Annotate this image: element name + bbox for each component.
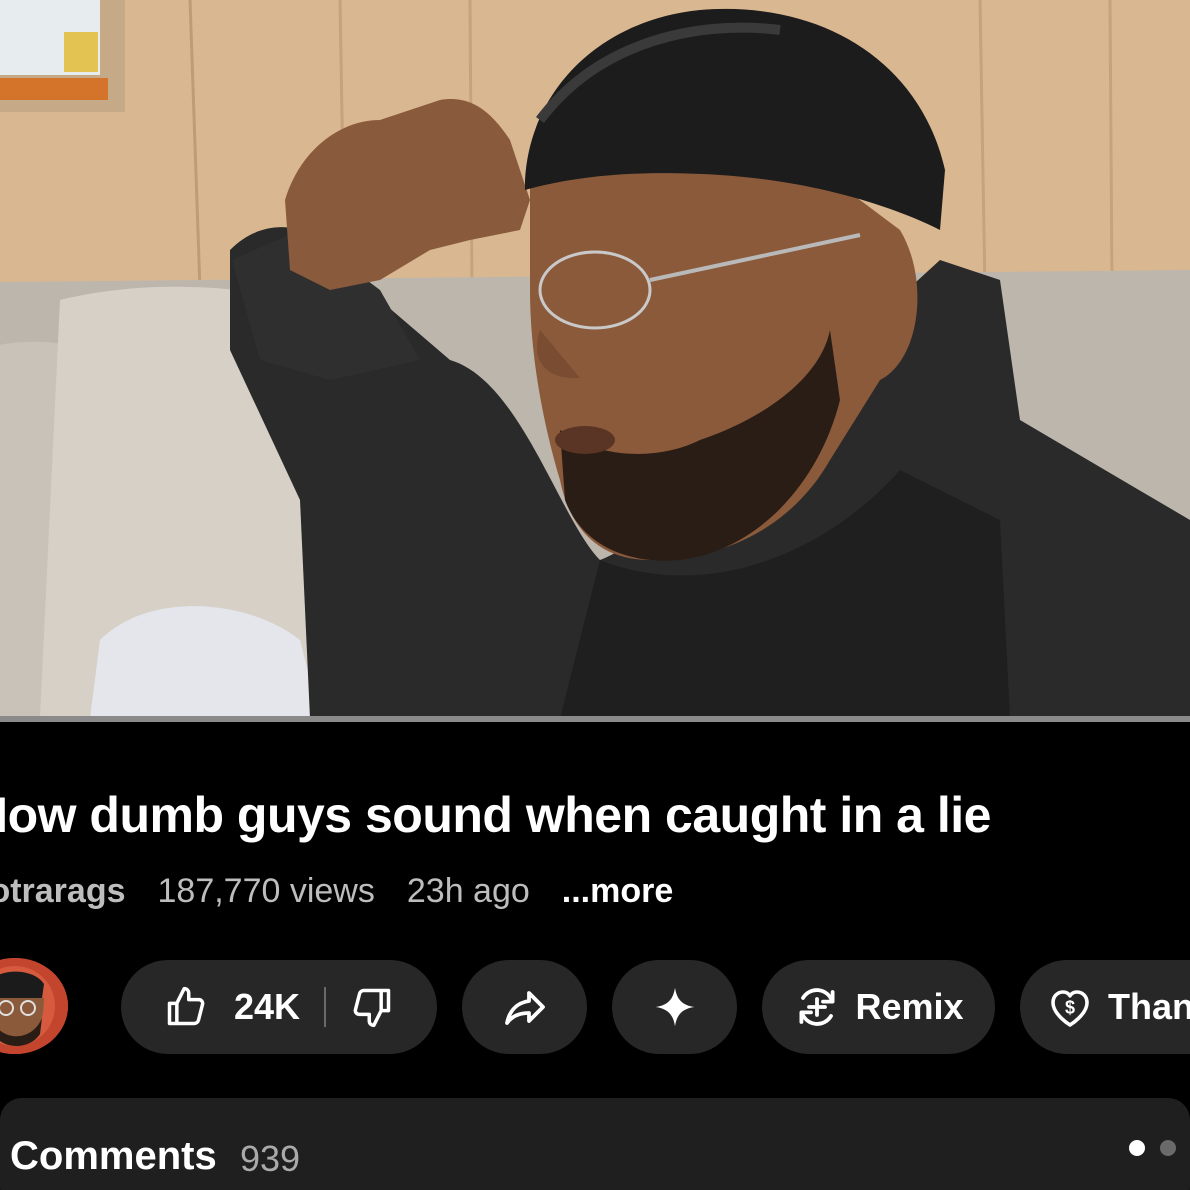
video-progress-bar[interactable] [0, 716, 1190, 722]
sparkle-icon [655, 987, 694, 1027]
like-count: 24K [233, 986, 301, 1027]
video-frame-image [0, 0, 1190, 718]
ask-button[interactable] [612, 960, 737, 1054]
more-description-link[interactable]: ...more [562, 872, 673, 911]
like-dislike-group: 24K [121, 960, 437, 1054]
thanks-button[interactable]: $ Thanks [1020, 960, 1190, 1054]
share-icon [504, 991, 545, 1025]
channel-name[interactable]: lotrarags [0, 872, 126, 911]
thanks-label: Thanks [1108, 986, 1190, 1027]
video-progress-fill [0, 716, 1190, 722]
comments-count: 939 [240, 1138, 301, 1179]
shorts-page: How dumb guys sound when caught in a lie… [0, 0, 1190, 1190]
comments-panel[interactable]: Comments 939 [0, 1098, 1190, 1190]
page-indicator-dot [1160, 1140, 1176, 1156]
video-meta-row: lotrarags 187,770 views 23h ago ...more [0, 872, 673, 911]
view-count: 187,770 views [157, 872, 375, 910]
avatar-image [0, 958, 68, 1054]
video-player[interactable] [0, 0, 1190, 718]
page-indicator-dot-active [1129, 1140, 1145, 1156]
share-button[interactable] [462, 960, 587, 1054]
remix-button[interactable]: Remix [762, 960, 995, 1054]
thumbs-up-icon [167, 986, 205, 1026]
upload-age: 23h ago [406, 872, 530, 910]
like-divider [324, 987, 327, 1027]
remix-label: Remix [855, 986, 964, 1027]
dislike-button[interactable] [350, 985, 394, 1029]
channel-avatar[interactable] [0, 958, 68, 1054]
thumbs-down-icon [353, 988, 391, 1028]
heart-dollar-icon: $ [1051, 990, 1089, 1027]
svg-text:$: $ [1065, 998, 1075, 1018]
like-button[interactable]: 24K [164, 985, 300, 1029]
remix-icon [799, 988, 835, 1026]
comments-title: Comments [10, 1134, 217, 1178]
video-title[interactable]: How dumb guys sound when caught in a lie [0, 786, 991, 844]
